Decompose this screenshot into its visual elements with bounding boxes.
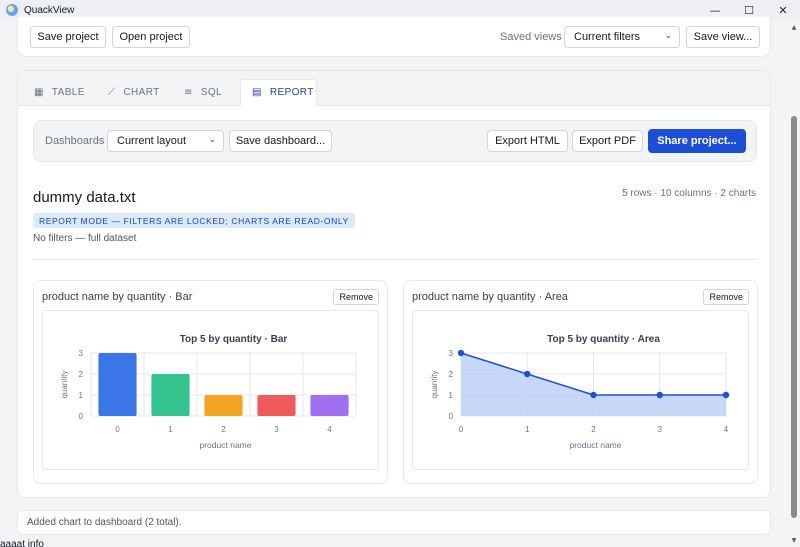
y-tick-label: 1	[449, 391, 454, 400]
data-point	[457, 349, 465, 357]
main-panel: ▦ TABLE ⟋ CHART ≡ SQL ▤ REPORT Dashboard…	[17, 70, 771, 498]
vertical-scrollbar[interactable]: ▲ ▼	[788, 20, 800, 547]
report-meta: 5 rows · 10 columns · 2 charts	[622, 188, 756, 199]
app-logo-icon	[6, 4, 18, 16]
bar	[151, 374, 190, 416]
chart-card-area: product name by quantity · Area Remove T…	[403, 280, 758, 484]
tab-label: REPORT	[269, 87, 314, 98]
report-mode-badge: REPORT MODE — FILTERS ARE LOCKED; CHARTS…	[33, 213, 355, 228]
save-project-button[interactable]: Save project	[30, 26, 106, 48]
dashboard-layout-select[interactable]: Current layout ⌄	[107, 130, 224, 152]
close-icon[interactable]: ✕	[766, 0, 800, 20]
x-tick-label: 2	[221, 425, 226, 434]
bar	[257, 395, 296, 416]
y-tick-label: 2	[79, 370, 84, 379]
data-point	[656, 391, 663, 399]
area-chart: Top 5 by quantity · Area 0 1 2 3 quantity prod…	[430, 334, 730, 450]
saved-views-value: Current filters	[574, 31, 641, 43]
export-pdf-button[interactable]: Export PDF	[572, 130, 643, 152]
y-tick-label: 3	[449, 349, 454, 358]
tab-label: TABLE	[51, 87, 85, 98]
y-axis-label: quantity	[60, 370, 69, 398]
save-view-button[interactable]: Save view...	[686, 26, 760, 48]
chart-card-title: product name by quantity · Bar	[42, 291, 193, 303]
y-axis-label: quantity	[430, 370, 439, 398]
chart-title: Top 5 by quantity · Area	[547, 334, 660, 345]
scroll-down-icon[interactable]: ▼	[790, 537, 798, 545]
x-tick-label: 1	[168, 425, 173, 434]
saved-views-label: Saved views	[500, 31, 562, 43]
chart-frame: Top 5 by quantity · Bar 0 1 2 3 quantity produ…	[42, 310, 379, 470]
status-text: Added chart to dashboard (2 total).	[27, 517, 182, 528]
share-project-button[interactable]: Share project...	[648, 129, 746, 153]
scroll-up-icon[interactable]: ▲	[790, 24, 798, 32]
table-icon: ▦	[34, 87, 44, 98]
y-tick-label: 2	[449, 370, 454, 379]
document-icon: ▤	[252, 87, 262, 98]
remove-chart-button[interactable]: Remove	[703, 289, 749, 305]
project-toolbar: Save project Open project Saved views Cu…	[17, 17, 771, 57]
save-dashboard-button[interactable]: Save dashboard...	[229, 130, 332, 152]
filters-summary: No filters — full dataset	[33, 233, 137, 244]
tab-label: SQL	[200, 87, 222, 98]
status-bar: Added chart to dashboard (2 total).	[17, 510, 771, 535]
line-chart-icon: ⟋	[108, 87, 116, 98]
y-tick-label: 0	[79, 412, 84, 421]
chevron-down-icon: ⌄	[664, 31, 672, 41]
export-html-button[interactable]: Export HTML	[487, 130, 568, 152]
bar-chart: Top 5 by quantity · Bar 0 1 2 3 quantity produ…	[60, 334, 357, 450]
saved-views-select[interactable]: Current filters ⌄	[564, 26, 680, 48]
x-tick-label: 1	[525, 425, 530, 434]
x-axis-label: product name	[570, 440, 622, 450]
y-tick-label: 1	[79, 391, 84, 400]
x-axis-label: product name	[200, 440, 252, 450]
open-project-button[interactable]: Open project	[112, 26, 190, 48]
divider	[33, 259, 757, 260]
chart-title: Top 5 by quantity · Bar	[180, 334, 288, 345]
x-tick-label: 3	[658, 425, 663, 434]
scrollbar-thumb[interactable]	[791, 116, 797, 518]
tab-bar: ▦ TABLE ⟋ CHART ≡ SQL ▤ REPORT	[18, 71, 770, 106]
bar	[310, 395, 349, 416]
tab-sql[interactable]: ≡ SQL	[184, 79, 236, 106]
dashboards-label: Dashboards	[45, 135, 105, 147]
tab-chart[interactable]: ⟋ CHART	[108, 79, 172, 106]
window-title: QuackView	[24, 4, 75, 16]
y-tick-label: 0	[449, 412, 454, 421]
bar	[98, 353, 137, 416]
chart-frame: Top 5 by quantity · Area 0 1 2 3 quantity prod…	[412, 310, 749, 470]
x-tick-label: 0	[459, 425, 464, 434]
data-point	[590, 391, 597, 399]
report-title: dummy data.txt	[33, 189, 136, 206]
footer-text-fragment: aaaat info	[0, 539, 44, 547]
chevron-down-icon: ⌄	[208, 135, 216, 145]
data-point	[722, 391, 730, 399]
tab-table[interactable]: ▦ TABLE	[34, 79, 94, 106]
bar	[204, 395, 243, 416]
x-tick-label: 0	[115, 425, 120, 434]
dashboard-layout-value: Current layout	[117, 135, 187, 147]
code-lines-icon: ≡	[184, 87, 193, 98]
remove-chart-button[interactable]: Remove	[333, 289, 379, 305]
y-tick-label: 3	[79, 349, 84, 358]
x-tick-label: 2	[591, 425, 596, 434]
chart-card-title: product name by quantity · Area	[412, 291, 568, 303]
tab-report[interactable]: ▤ REPORT	[240, 79, 317, 106]
x-tick-label: 4	[327, 425, 332, 434]
dashboard-bar: Dashboards Current layout ⌄ Save dashboa…	[33, 120, 757, 162]
x-tick-label: 4	[724, 425, 729, 434]
tab-label: CHART	[123, 87, 160, 98]
chart-card-bar: product name by quantity · Bar Remove To…	[33, 280, 388, 484]
x-tick-label: 3	[274, 425, 279, 434]
data-point	[524, 370, 531, 378]
